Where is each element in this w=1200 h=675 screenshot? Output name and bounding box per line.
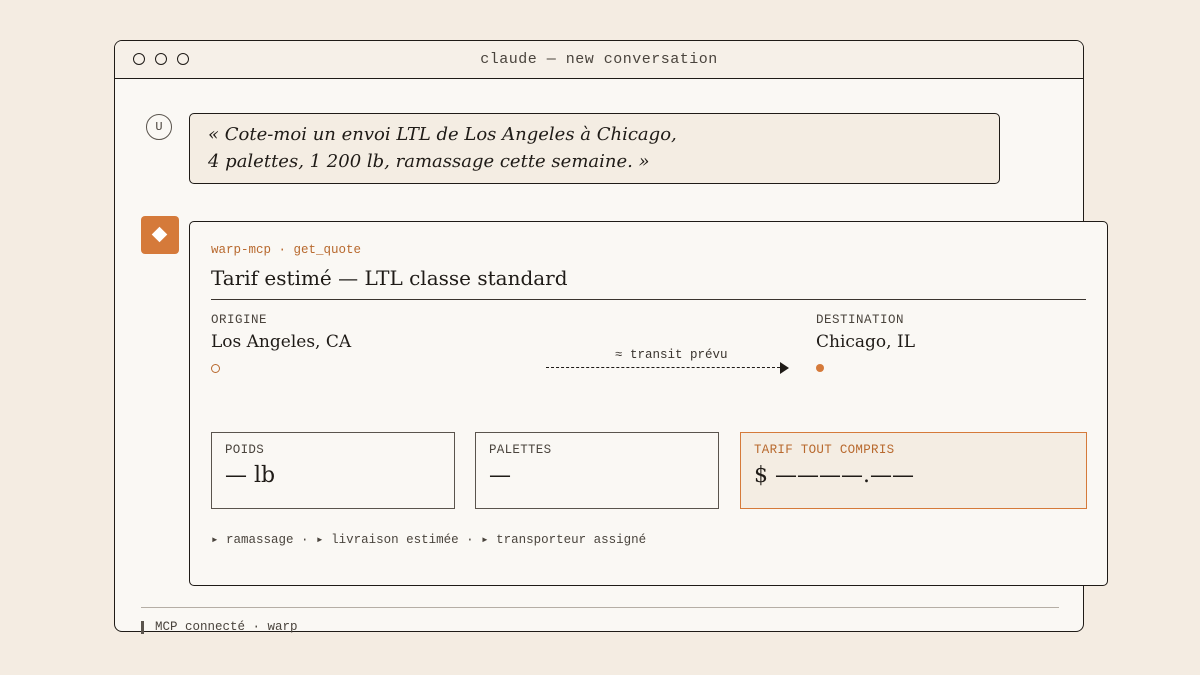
arrow-right-icon <box>780 362 789 374</box>
origin-marker-icon <box>211 364 220 373</box>
quote-title: Tarif estimé — LTL classe standard <box>211 266 568 290</box>
weight-value: — lb <box>225 463 276 488</box>
user-message: « Cote-moi un envoi LTL de Los Angeles à… <box>189 113 1000 184</box>
pallets-box: PALETTES — <box>475 432 719 509</box>
status-divider <box>141 607 1059 608</box>
status-indicator <box>141 621 144 634</box>
quote-steps: ▸ ramassage · ▸ livraison estimée · ▸ tr… <box>211 533 647 547</box>
user-message-line-2: 4 palettes, 1 200 lb, ramassage cette se… <box>208 151 650 172</box>
destination-marker-icon <box>816 364 824 372</box>
destination-city: Chicago, IL <box>816 332 915 352</box>
origin-label: ORIGINE <box>211 313 268 327</box>
window-title: claude — new conversation <box>480 51 718 68</box>
origin-city: Los Angeles, CA <box>211 332 352 352</box>
transit-route-line <box>546 367 780 368</box>
tool-call-tag: warp-mcp · get_quote <box>211 243 362 257</box>
title-bar: claude — new conversation <box>115 41 1083 79</box>
diamond-icon <box>151 226 168 243</box>
transit-label: ≈ transit prévu <box>615 348 728 362</box>
destination-label: DESTINATION <box>816 313 905 327</box>
total-price-label: TARIF TOUT COMPRIS <box>754 443 895 457</box>
user-avatar: U <box>146 114 172 140</box>
total-price-box: TARIF TOUT COMPRIS $ ————.—— <box>740 432 1087 509</box>
weight-label: POIDS <box>225 443 265 457</box>
assistant-avatar <box>141 216 179 254</box>
status-text: MCP connecté · warp <box>155 620 298 634</box>
pallets-label: PALETTES <box>489 443 552 457</box>
title-divider <box>211 299 1086 300</box>
user-message-line-1: « Cote-moi un envoi LTL de Los Angeles à… <box>208 124 677 145</box>
quote-card: warp-mcp · get_quote Tarif estimé — LTL … <box>189 221 1108 586</box>
weight-box: POIDS — lb <box>211 432 455 509</box>
pallets-value: — <box>489 463 511 488</box>
total-price-value: $ ————.—— <box>754 463 914 488</box>
